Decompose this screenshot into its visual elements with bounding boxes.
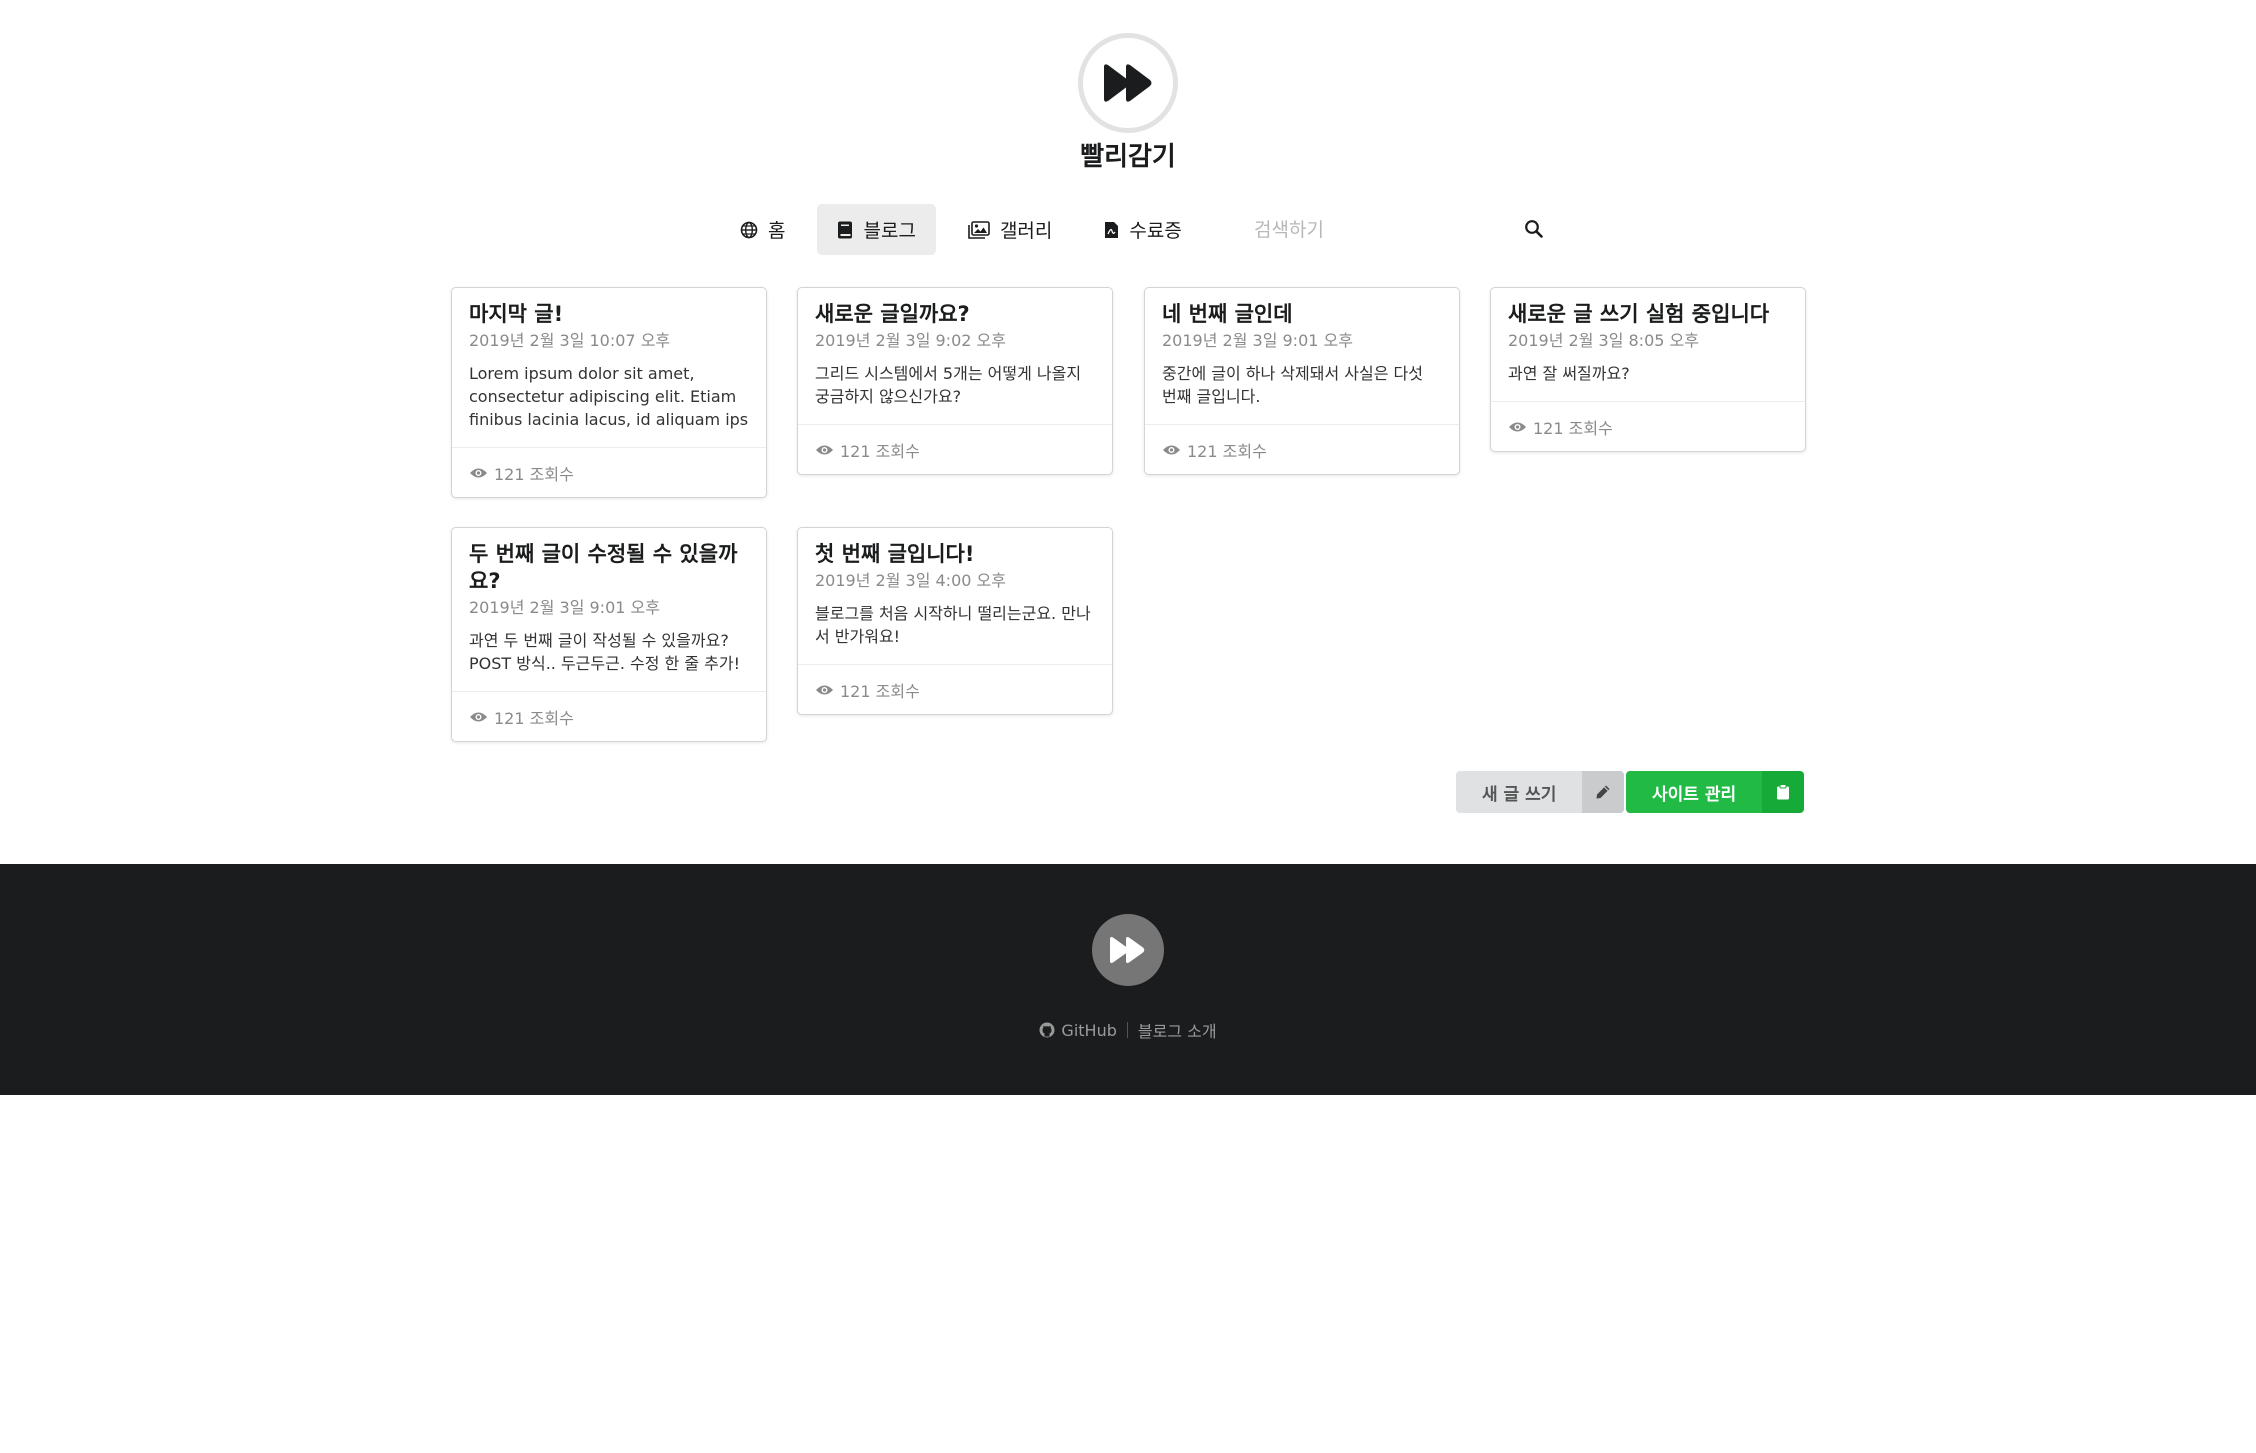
search-box [1254,204,1544,255]
site-admin-label: 사이트 관리 [1626,771,1763,813]
footer-links: GitHub 블로그 소개 [0,1018,2256,1042]
post-excerpt: 중간에 글이 하나 삭제돼서 사실은 다섯 번째 글입니다. [1162,364,1423,406]
post-card[interactable]: 두 번째 글이 수정될 수 있을까요? 2019년 2월 3일 9:01 오후 … [451,527,767,742]
eye-icon [1509,422,1526,432]
main-menu: 홈 블로그 갤러리 수료증 [720,204,1214,255]
post-views: 121 조회수 [452,447,766,497]
github-link[interactable]: GitHub [1039,1020,1117,1040]
menu-label: 홈 [768,220,786,242]
post-excerpt: 블로그를 처음 시작하니 떨리는군요. 만나서 반가워요! [815,604,1091,646]
views-count: 121 조회수 [1533,419,1613,438]
views-count: 121 조회수 [494,465,574,484]
post-excerpt: 과연 잘 써질까요? [1508,364,1630,383]
eye-icon [1163,445,1180,455]
post-views: 121 조회수 [798,424,1112,474]
footer-logo[interactable] [1092,914,1164,986]
card-content: 네 번째 글인데 2019년 2월 3일 9:01 오후 중간에 글이 하나 삭… [1145,288,1459,424]
views-count: 121 조회수 [1187,442,1267,461]
eye-icon [470,468,487,478]
post-card[interactable]: 새로운 글일까요? 2019년 2월 3일 9:02 오후 그리드 시스템에서 … [797,287,1113,475]
post-card[interactable]: 마지막 글! 2019년 2월 3일 10:07 오후 Lorem ipsum … [451,287,767,498]
post-views: 121 조회수 [452,691,766,741]
post-views: 121 조회수 [1491,401,1805,451]
menu-item-certificate[interactable]: 수료증 [1084,204,1201,255]
post-card[interactable]: 첫 번째 글입니다! 2019년 2월 3일 4:00 오후 블로그를 처음 시… [797,527,1113,715]
eye-icon [816,685,833,695]
views-count: 121 조회수 [840,682,920,701]
post-title[interactable]: 새로운 글 쓰기 실험 중입니다 [1508,301,1788,328]
post-date: 2019년 2월 3일 4:00 오후 [815,571,1006,590]
menu-item-gallery[interactable]: 갤러리 [948,204,1072,255]
menu-label: 블로그 [863,220,916,242]
search-input[interactable] [1254,209,1494,250]
card-content: 새로운 글일까요? 2019년 2월 3일 9:02 오후 그리드 시스템에서 … [798,288,1112,424]
post-title[interactable]: 네 번째 글인데 [1162,301,1442,328]
post-title[interactable]: 두 번째 글이 수정될 수 있을까요? [469,541,749,595]
post-views: 121 조회수 [1145,424,1459,474]
menu-label: 수료증 [1129,220,1182,242]
post-excerpt: 그리드 시스템에서 5개는 어떻게 나올지 궁금하지 않으신가요? [815,364,1082,406]
menu-item-blog[interactable]: 블로그 [817,204,936,255]
clipboard-icon [1762,771,1805,813]
book-icon [838,221,853,238]
footer: GitHub 블로그 소개 [0,864,2256,1095]
post-title[interactable]: 첫 번째 글입니다! [815,541,1095,568]
post-date: 2019년 2월 3일 10:07 오후 [469,331,671,350]
fast-forward-icon [1104,64,1152,102]
page: 빨리감기 홈 블로그 갤러리 수료증 검색하기 마지막 글! 2019년 2월 … [0,0,2256,1453]
images-icon [968,220,990,239]
card-content: 두 번째 글이 수정될 수 있을까요? 2019년 2월 3일 9:01 오후 … [452,528,766,691]
github-label: GitHub [1061,1020,1117,1040]
site-logo[interactable] [1078,33,1178,133]
globe-icon [740,221,758,238]
post-views: 121 조회수 [798,664,1112,714]
menu-label: 갤러리 [999,220,1053,242]
post-date: 2019년 2월 3일 8:05 오후 [1508,331,1699,350]
new-post-label: 새 글 쓰기 [1456,771,1583,813]
views-count: 121 조회수 [494,709,574,728]
post-excerpt: 과연 두 번째 글이 작성될 수 있을까요? POST 방식.. 두근두근. 수… [469,631,740,673]
file-pdf-icon [1105,221,1119,238]
post-card[interactable]: 네 번째 글인데 2019년 2월 3일 9:01 오후 중간에 글이 하나 삭… [1144,287,1460,475]
eye-icon [816,445,833,455]
pencil-icon [1582,771,1625,813]
post-title[interactable]: 새로운 글일까요? [815,301,1095,328]
about-link[interactable]: 블로그 소개 [1138,1018,1217,1042]
github-icon [1039,1022,1055,1038]
site-admin-button[interactable]: 사이트 관리 [1626,771,1805,813]
new-post-button[interactable]: 새 글 쓰기 [1456,771,1625,813]
site-title: 빨리감기 [1080,142,1176,172]
card-content: 첫 번째 글입니다! 2019년 2월 3일 4:00 오후 블로그를 처음 시… [798,528,1112,664]
post-date: 2019년 2월 3일 9:02 오후 [815,331,1006,350]
fast-forward-icon [1110,937,1145,963]
card-content: 마지막 글! 2019년 2월 3일 10:07 오후 Lorem ipsum … [452,288,766,447]
card-content: 새로운 글 쓰기 실험 중입니다 2019년 2월 3일 8:05 오후 과연 … [1491,288,1805,401]
post-excerpt: Lorem ipsum dolor sit amet, consectetur … [469,364,749,429]
footer-divider [1126,1022,1128,1038]
eye-icon [470,712,487,722]
views-count: 121 조회수 [840,442,920,461]
post-card[interactable]: 새로운 글 쓰기 실험 중입니다 2019년 2월 3일 8:05 오후 과연 … [1490,287,1806,452]
post-title[interactable]: 마지막 글! [469,301,749,328]
post-date: 2019년 2월 3일 9:01 오후 [1162,331,1353,350]
post-date: 2019년 2월 3일 9:01 오후 [469,598,660,617]
search-icon[interactable] [1524,219,1544,239]
menu-item-home[interactable]: 홈 [720,204,805,255]
